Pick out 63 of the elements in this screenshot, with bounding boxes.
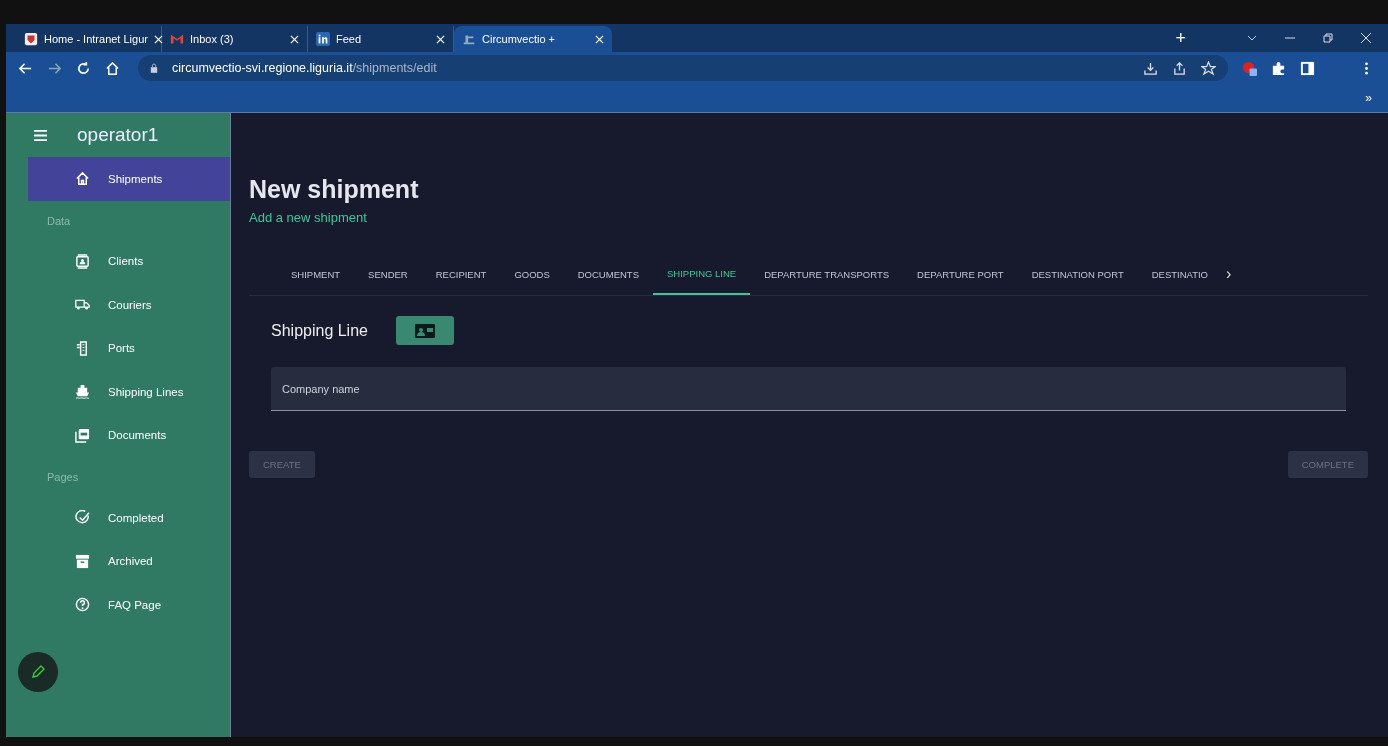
page-title: New shipment [249,175,420,204]
form-tab[interactable]: DESTINATIO [1137,253,1222,295]
form-tab[interactable]: SHIPMENT [277,253,355,295]
form-tab[interactable]: SHIPPING LINE [653,253,751,295]
archive-box-icon [75,553,90,569]
help-icon [75,597,90,613]
edit-button[interactable] [18,652,58,692]
building-icon [75,340,90,356]
home-icon[interactable] [105,60,120,76]
home-icon [75,171,90,187]
in-logo-icon [316,32,330,46]
sidebar-item[interactable]: Couriers [28,283,230,327]
restore-icon[interactable] [1322,32,1334,44]
star-icon[interactable] [1201,60,1216,76]
contact-card-icon [75,253,90,269]
document-stack-icon [75,427,90,443]
user-name: operator1 [77,124,159,146]
check-circle-icon [75,510,90,526]
form-tab[interactable]: DEPARTURE TRANSPORTS [750,253,904,295]
contact-card-button[interactable] [395,316,454,345]
install-icon[interactable] [1143,60,1158,76]
browser-tab[interactable]: Feed [308,26,454,52]
browser-tab[interactable]: Home - Intranet Ligur [16,26,162,52]
reload-icon[interactable] [76,60,91,76]
section-title: Shipping Line [271,321,368,340]
sidebar-item[interactable]: Shipments [28,157,230,201]
sidebar-item[interactable]: FAQ Page [28,583,230,627]
truck-icon [75,297,90,313]
form-tab[interactable]: DOCUMENTS [563,253,653,295]
new-tab-button[interactable]: + [1175,27,1186,49]
form-tab[interactable]: SENDER [354,253,422,295]
sidebar-item[interactable]: Shipping Lines [28,370,230,414]
menu-icon[interactable] [34,129,47,141]
address-bar[interactable]: circumvectio-svi.regione.liguria.it/shipments/edit [138,55,1228,81]
lock-icon [150,63,158,73]
ship-icon [75,384,90,400]
pencil-icon [30,664,46,680]
company-name-field[interactable]: Company name [271,367,1346,411]
sidebar-item[interactable]: Documents [28,413,230,457]
contact-card-icon [414,323,435,338]
form-tab[interactable]: DESTINATION PORT [1017,253,1138,295]
form-tab[interactable]: RECIPIENT [421,253,501,295]
crest-icon [24,32,38,46]
bookmarks-more-button[interactable]: » [1365,91,1372,105]
sidebar-item[interactable]: Clients [28,239,230,283]
sidebar-item[interactable]: Completed [28,496,230,540]
form-tab[interactable]: DEPARTURE PORT [903,253,1018,295]
section-heading: Data [46,213,72,229]
puzzle-icon[interactable] [1271,60,1286,76]
form-tab[interactable]: GOODS [500,253,564,295]
sidebar-item[interactable]: Archived [28,539,230,583]
mail-icon [170,32,184,46]
extension-icon[interactable] [1242,60,1257,76]
sidebar-item[interactable]: Ports [28,326,230,370]
share-icon[interactable] [1172,60,1187,76]
section-heading: Pages [46,470,80,485]
browser-tab[interactable]: Circumvectio + [454,26,612,52]
next-tabs-button[interactable]: › [1226,265,1232,283]
page-subtitle: Add a new shipment [249,210,368,225]
close-icon[interactable] [1360,32,1372,44]
side-panel-icon[interactable] [1300,60,1315,76]
browser-tab[interactable]: Inbox (3) [162,26,308,52]
url-text: circumvectio-svi.regione.liguria.it/shipments/edit [172,61,437,75]
